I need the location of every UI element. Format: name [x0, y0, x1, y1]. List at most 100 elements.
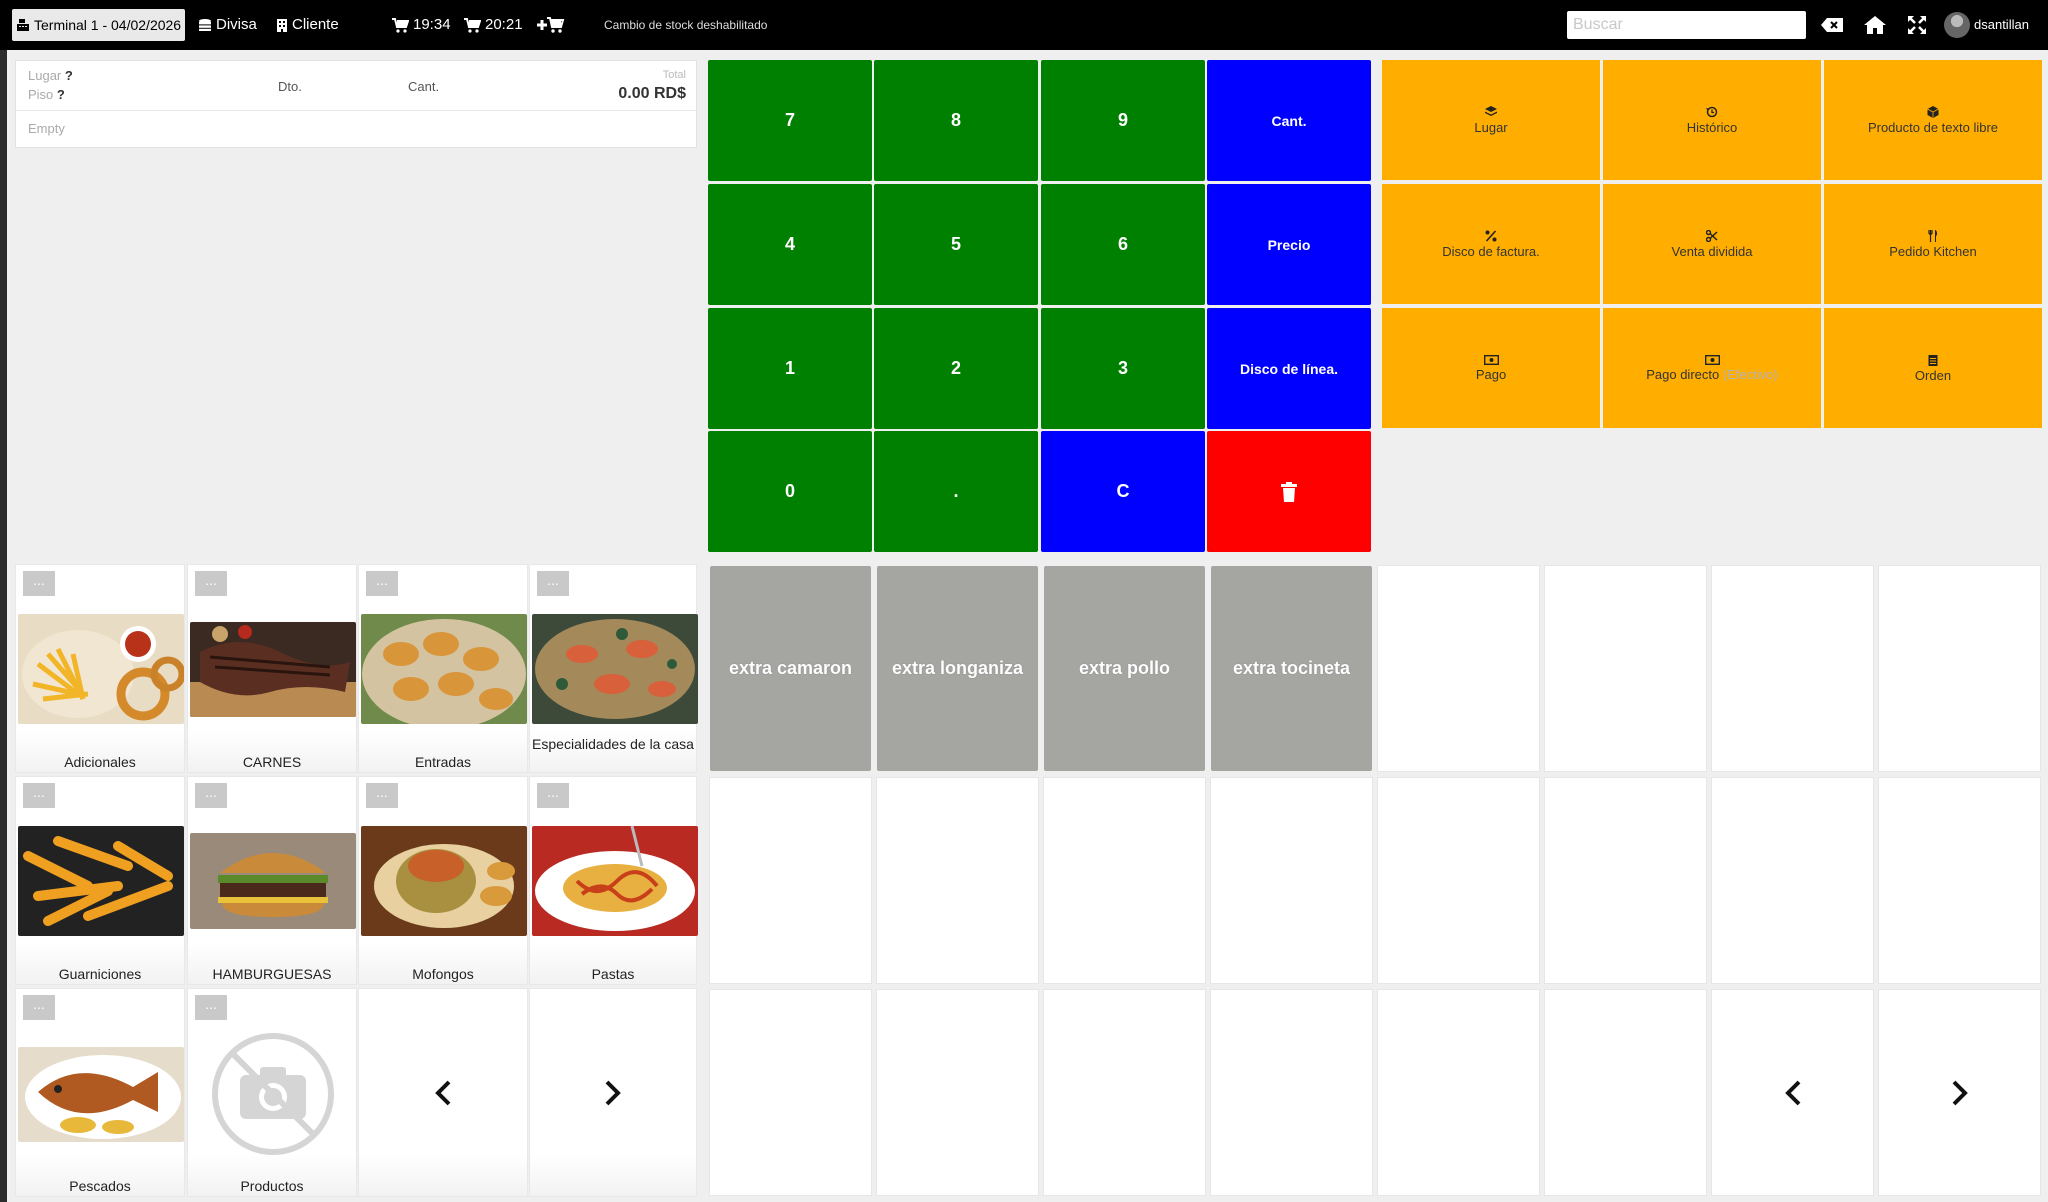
qty-header: Cant. — [408, 79, 440, 94]
numpad-key-3[interactable]: 3 — [1041, 308, 1205, 429]
chevron-right-icon — [530, 989, 696, 1196]
category-next-page-button[interactable] — [529, 988, 697, 1197]
empty-product-slot — [709, 989, 872, 1196]
category-tile[interactable]: ... Pastas — [529, 776, 698, 985]
category-tile[interactable]: ... HAMBURGUESAS — [187, 776, 357, 985]
numpad-key-4[interactable]: 4 — [708, 184, 872, 305]
numpad-key-8[interactable]: 8 — [874, 60, 1038, 181]
cart-button-1[interactable]: 19:34 — [392, 9, 451, 41]
category-options-button[interactable]: ... — [23, 571, 55, 596]
action-split-sale-button[interactable]: Venta dividida — [1603, 184, 1821, 304]
coins-icon — [199, 19, 211, 31]
category-tile[interactable]: ... Mofongos — [358, 776, 528, 985]
empty-product-slot — [1210, 989, 1373, 1196]
action-order-button[interactable]: Orden — [1824, 308, 2042, 428]
category-label: Especialidades de la casa — [532, 736, 694, 752]
action-history-button[interactable]: Histórico — [1603, 60, 1821, 180]
empty-product-slot — [1878, 565, 2041, 772]
backspace-icon — [1821, 18, 1843, 32]
category-label: Adicionales — [64, 754, 136, 770]
numpad-key-0[interactable]: 0 — [708, 431, 872, 552]
cart-button-2[interactable]: 20:21 — [464, 9, 523, 41]
action-invoice-discount-button[interactable]: Disco de factura. — [1382, 184, 1600, 304]
clear-button[interactable]: C — [1041, 431, 1205, 552]
category-tile[interactable]: ... Guarniciones — [15, 776, 185, 985]
category-options-button[interactable]: ... — [23, 995, 55, 1020]
numpad-key-9[interactable]: 9 — [1041, 60, 1205, 181]
empty-product-slot — [709, 777, 872, 984]
action-label: Lugar — [1474, 119, 1508, 135]
empty-product-slot — [876, 989, 1039, 1196]
search-input[interactable] — [1567, 11, 1806, 39]
total-label: Total — [662, 69, 686, 81]
empty-product-slot — [1878, 777, 2041, 984]
currency-button[interactable]: Divisa — [198, 9, 257, 41]
product-next-page-button[interactable] — [1878, 989, 2041, 1196]
user-menu[interactable]: dsantillan — [1944, 9, 2029, 41]
home-icon — [1864, 16, 1886, 34]
action-direct-payment-button[interactable]: Pago directo (Efectivo) — [1603, 308, 1821, 428]
product-button[interactable]: extra camaron — [710, 566, 871, 771]
action-label: Orden — [1914, 367, 1952, 383]
empty-product-slot — [1210, 777, 1373, 984]
price-button[interactable]: Precio — [1207, 184, 1371, 305]
numpad-key-2[interactable]: 2 — [874, 308, 1038, 429]
cart-time-2: 20:21 — [485, 16, 523, 33]
product-button[interactable]: extra pollo — [1044, 566, 1205, 771]
cube-icon — [1927, 105, 1939, 118]
numpad-key-7[interactable]: 7 — [708, 60, 872, 181]
category-options-button[interactable]: ... — [366, 783, 398, 808]
building-icon — [277, 18, 287, 32]
action-free-text-product-button[interactable]: Producto de texto libre — [1824, 60, 2042, 180]
place-row[interactable]: Lugar ? — [28, 68, 73, 83]
category-tile[interactable]: ... Adicionales — [15, 564, 185, 773]
category-options-button[interactable]: ... — [537, 783, 569, 808]
product-button[interactable]: extra tocineta — [1211, 566, 1372, 771]
floor-label: Piso — [28, 87, 54, 102]
product-prev-page-button[interactable] — [1711, 989, 1874, 1196]
delete-line-button[interactable] — [1207, 431, 1371, 552]
floor-row[interactable]: Piso ? — [28, 87, 65, 102]
category-options-button[interactable]: ... — [537, 571, 569, 596]
customer-label: Cliente — [292, 16, 339, 33]
numpad-key-6[interactable]: 6 — [1041, 184, 1205, 305]
numpad-key-5[interactable]: 5 — [874, 184, 1038, 305]
line-discount-button[interactable]: Disco de línea. — [1207, 308, 1371, 429]
qty-button[interactable]: Cant. — [1207, 60, 1371, 181]
category-tile[interactable]: ... Entradas — [358, 564, 528, 773]
total-value: 0.00 RD$ — [618, 85, 686, 102]
category-tile[interactable]: ... Especialidades de la casa — [529, 564, 698, 773]
action-place-button[interactable]: Lugar — [1382, 60, 1600, 180]
percent-icon — [1485, 229, 1497, 242]
ticket-panel: Lugar ? Piso ? Dto. Cant. Total 0.00 RD$… — [15, 60, 697, 148]
category-options-button[interactable]: ... — [366, 571, 398, 596]
new-cart-button[interactable] — [535, 9, 565, 41]
scissors-icon — [1706, 229, 1718, 242]
category-label: CARNES — [242, 754, 302, 770]
floor-value: ? — [56, 87, 65, 102]
numpad-key-1[interactable]: 1 — [708, 308, 872, 429]
clipboard-icon — [1928, 354, 1938, 366]
category-options-button[interactable]: ... — [195, 783, 227, 808]
home-button[interactable] — [1861, 12, 1889, 38]
category-tile[interactable]: ... Productos — [187, 988, 357, 1197]
action-payment-button[interactable]: Pago — [1382, 308, 1600, 428]
category-tile[interactable]: ... CARNES — [187, 564, 357, 773]
category-options-button[interactable]: ... — [23, 783, 55, 808]
action-label: Producto de texto libre — [1867, 119, 1999, 135]
action-label-suffix: (Efectivo) — [1722, 366, 1778, 382]
fullscreen-button[interactable] — [1903, 12, 1931, 38]
terminal-button[interactable]: Terminal 1 - 04/02/2026 — [12, 9, 186, 41]
numpad-key-decimal[interactable]: . — [874, 431, 1038, 552]
product-button[interactable]: extra longaniza — [877, 566, 1038, 771]
category-options-button[interactable]: ... — [195, 995, 227, 1020]
cart-icon — [392, 17, 409, 33]
action-kitchen-order-button[interactable]: Pedido Kitchen — [1824, 184, 2042, 304]
category-options-button[interactable]: ... — [195, 571, 227, 596]
category-tile[interactable]: ... Pescados — [15, 988, 185, 1197]
customer-button[interactable]: Cliente — [276, 9, 339, 41]
chevron-right-icon — [1879, 990, 2040, 1195]
category-prev-page-button[interactable] — [358, 988, 528, 1197]
layers-icon — [1485, 105, 1497, 116]
clear-search-button[interactable] — [1818, 12, 1846, 38]
